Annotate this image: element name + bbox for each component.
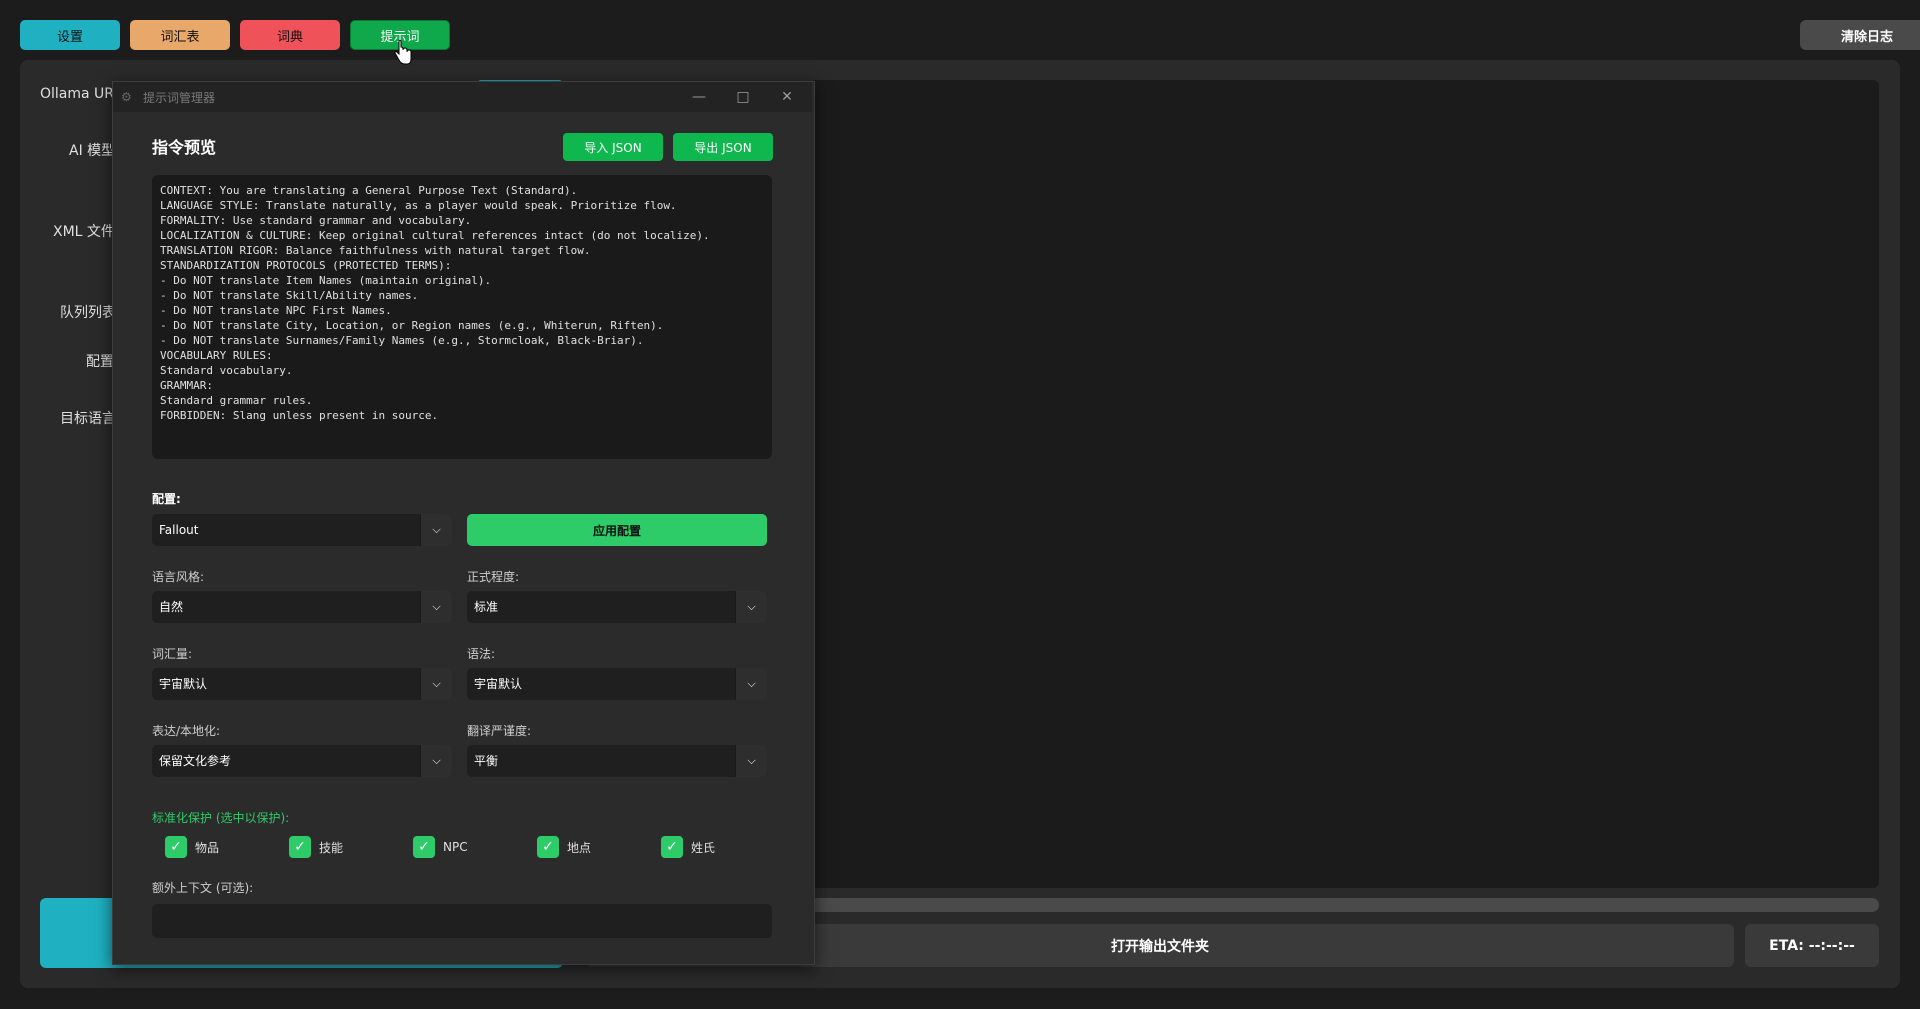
style-label: 语言风格:	[152, 570, 205, 584]
checkbox-label: 物品	[195, 840, 220, 855]
chevron-down-icon[interactable]: ⌵	[735, 745, 767, 777]
minimize-icon[interactable]: —	[677, 82, 721, 112]
profile-value: Fallout	[159, 523, 199, 537]
checkbox-locations[interactable]: ✓ 地点	[537, 836, 591, 858]
profile-label: 配置:	[152, 492, 181, 506]
profile-select[interactable]: Fallout ⌵	[152, 514, 452, 546]
chevron-down-icon[interactable]: ⌵	[735, 591, 767, 623]
vocab-value: 宇宙默认	[159, 677, 208, 691]
rigor-value: 平衡	[474, 754, 499, 768]
rigor-label: 翻译严谨度:	[467, 724, 532, 738]
grammar-label: 语法:	[467, 647, 496, 661]
preview-heading: 指令预览	[152, 138, 217, 157]
eta-display: ETA: --:--:--	[1745, 924, 1879, 967]
progress-bar	[810, 898, 1879, 912]
maximize-icon[interactable]: □	[721, 82, 765, 112]
extra-context-label: 额外上下文 (可选):	[152, 881, 254, 895]
checkbox-surnames[interactable]: ✓ 姓氏	[661, 836, 715, 858]
formality-label: 正式程度:	[467, 570, 520, 584]
dictionary-button[interactable]: 词典	[240, 20, 340, 50]
queue-list-label: 队列列表	[60, 305, 116, 321]
check-icon[interactable]: ✓	[661, 836, 683, 858]
checkbox-label: 地点	[567, 840, 592, 855]
dialog-titlebar[interactable]: ⚙ 提示词管理器 — □ ✕	[113, 82, 812, 112]
profile-label-left: 配置	[86, 354, 114, 370]
checkbox-npc[interactable]: ✓ NPC	[413, 836, 468, 858]
apply-profile-button[interactable]: 应用配置	[467, 514, 767, 546]
localization-label: 表达/本地化:	[152, 724, 221, 738]
instruction-preview[interactable]: CONTEXT: You are translating a General P…	[152, 175, 772, 459]
checkbox-label: 技能	[319, 840, 344, 855]
extra-context-input[interactable]	[152, 904, 772, 938]
chevron-down-icon[interactable]: ⌵	[420, 514, 452, 546]
localization-select[interactable]: 保留文化参考 ⌵	[152, 745, 452, 777]
clear-log-button[interactable]: 清除日志	[1800, 20, 1920, 50]
prompt-manager-dialog: ⚙ 提示词管理器 — □ ✕ 指令预览 导入 JSON 导出 JSON CONT…	[112, 81, 815, 965]
target-language-label: 目标语言	[60, 411, 116, 427]
checkbox-label: NPC	[443, 840, 468, 854]
chevron-down-icon[interactable]: ⌵	[420, 745, 452, 777]
log-area[interactable]	[810, 80, 1879, 888]
xml-file-label: XML 文件	[53, 224, 115, 240]
style-select[interactable]: 自然 ⌵	[152, 591, 452, 623]
formality-value: 标准	[474, 600, 499, 614]
chevron-down-icon[interactable]: ⌵	[420, 591, 452, 623]
settings-button[interactable]: 设置	[20, 20, 120, 50]
app-icon: ⚙	[121, 90, 132, 104]
import-json-button[interactable]: 导入 JSON	[563, 133, 663, 161]
export-json-button[interactable]: 导出 JSON	[673, 133, 773, 161]
rigor-select[interactable]: 平衡 ⌵	[467, 745, 767, 777]
vocab-select[interactable]: 宇宙默认 ⌵	[152, 668, 452, 700]
dialog-title: 提示词管理器	[143, 90, 216, 105]
style-value: 自然	[159, 600, 184, 614]
close-icon[interactable]: ✕	[765, 82, 809, 112]
glossary-button[interactable]: 词汇表	[130, 20, 230, 50]
ai-model-label: AI 模型	[69, 143, 116, 159]
chevron-down-icon[interactable]: ⌵	[420, 668, 452, 700]
localization-value: 保留文化参考	[159, 754, 232, 768]
checkbox-items[interactable]: ✓ 物品	[165, 836, 219, 858]
grammar-value: 宇宙默认	[474, 677, 523, 691]
formality-select[interactable]: 标准 ⌵	[467, 591, 767, 623]
vocab-label: 词汇量:	[152, 647, 193, 661]
hand-cursor-icon	[394, 40, 412, 65]
grammar-select[interactable]: 宇宙默认 ⌵	[467, 668, 767, 700]
check-icon[interactable]: ✓	[537, 836, 559, 858]
check-icon[interactable]: ✓	[289, 836, 311, 858]
chevron-down-icon[interactable]: ⌵	[735, 668, 767, 700]
checkbox-skills[interactable]: ✓ 技能	[289, 836, 343, 858]
checkbox-label: 姓氏	[691, 840, 716, 855]
ollama-url-label: Ollama URL	[40, 86, 122, 102]
protection-label: 标准化保护 (选中以保护):	[152, 811, 290, 825]
check-icon[interactable]: ✓	[165, 836, 187, 858]
check-icon[interactable]: ✓	[413, 836, 435, 858]
